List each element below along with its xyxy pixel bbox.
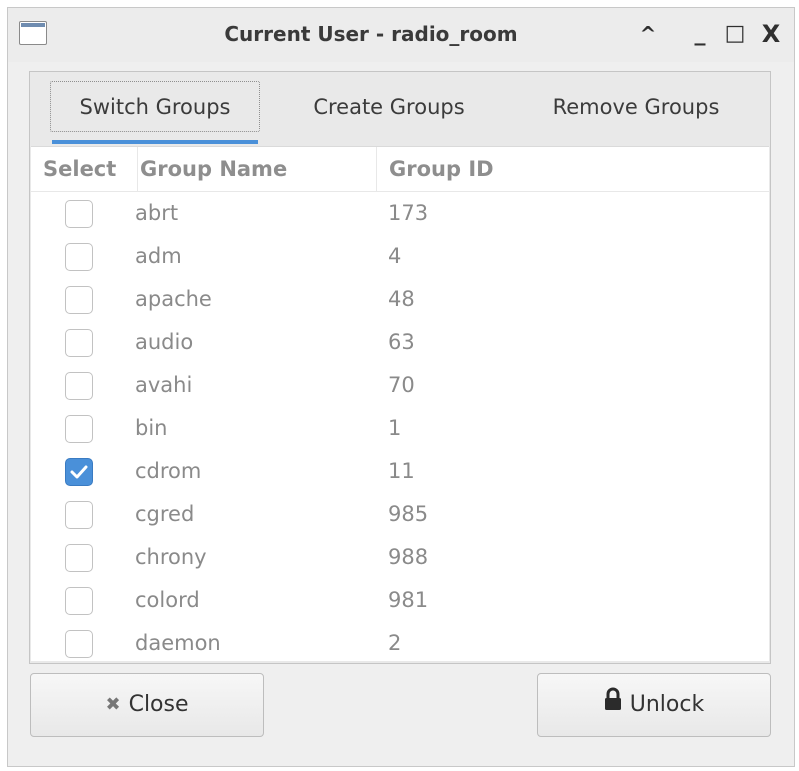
group-name-cell: colord [135,588,200,612]
table-row[interactable]: daemon 2 [31,622,769,661]
column-header-group-name[interactable]: Group Name [137,147,380,191]
table-row[interactable]: adm 4 [31,235,769,278]
group-id-cell: 70 [388,373,415,397]
group-name-cell: cgred [135,502,195,526]
minimize-button[interactable]: _ [686,20,714,48]
group-id-cell: 981 [388,588,429,612]
select-checkbox[interactable] [65,415,93,443]
table-row[interactable]: cdrom 11 [31,450,769,493]
select-checkbox[interactable] [65,458,93,486]
active-tab-indicator [52,140,258,144]
select-checkbox[interactable] [65,200,93,228]
group-name-cell: audio [135,330,194,354]
select-checkbox[interactable] [65,329,93,357]
group-name-cell: avahi [135,373,193,397]
table-row[interactable]: chrony 988 [31,536,769,579]
table-header: Select Group Name Group ID [31,147,769,192]
close-button[interactable]: ✖ Close [30,673,264,737]
tab-switch-groups[interactable]: Switch Groups [50,81,260,144]
close-button-label: Close [128,692,189,717]
group-id-cell: 988 [388,545,429,569]
group-id-cell: 985 [388,502,429,526]
group-name-cell: cdrom [135,459,202,483]
tab-focus-ring [50,81,260,132]
checkmark-icon [70,465,88,479]
group-id-cell: 48 [388,287,415,311]
group-id-cell: 4 [388,244,402,268]
group-id-cell: 63 [388,330,415,354]
select-checkbox[interactable] [65,587,93,615]
table-row[interactable]: audio 63 [31,321,769,364]
group-name-cell: daemon [135,631,221,655]
tab-create-groups[interactable]: Create Groups [298,82,480,132]
group-id-cell: 1 [388,416,402,440]
group-name-cell: adm [135,244,182,268]
table-row[interactable]: avahi 70 [31,364,769,407]
column-header-group-id[interactable]: Group ID [376,147,769,191]
select-checkbox[interactable] [65,243,93,271]
group-id-cell: 173 [388,201,429,225]
select-checkbox[interactable] [65,630,93,658]
shade-button[interactable]: ^ [634,20,662,48]
group-name-cell: apache [135,287,212,311]
tab-notebook: Switch Groups Create Groups Remove Group… [29,71,771,664]
group-name-cell: abrt [135,201,179,225]
group-name-cell: chrony [135,545,207,569]
group-name-cell: bin [135,416,168,440]
close-window-button[interactable]: X [757,20,785,48]
groups-table[interactable]: Select Group Name Group ID abrt 173 adm 4 ap… [31,146,769,661]
tab-label: Create Groups [313,95,465,119]
unlock-button[interactable]: Unlock [537,673,771,737]
table-row[interactable]: bin 1 [31,407,769,450]
tab-bar: Switch Groups Create Groups Remove Group… [30,72,770,145]
table-row[interactable]: cgred 985 [31,493,769,536]
table-row[interactable]: apache 48 [31,278,769,321]
select-checkbox[interactable] [65,501,93,529]
table-row[interactable]: abrt 173 [31,192,769,235]
group-id-cell: 2 [388,631,402,655]
select-checkbox[interactable] [65,372,93,400]
maximize-button[interactable]: □ [721,20,749,48]
tab-label: Remove Groups [552,95,720,119]
lock-icon [604,674,622,736]
window-title: Current User - radio_room [224,22,518,46]
tab-remove-groups[interactable]: Remove Groups [530,82,742,132]
table-row[interactable]: colord 981 [31,579,769,622]
select-checkbox[interactable] [65,286,93,314]
close-x-icon: ✖ [105,694,121,715]
titlebar[interactable]: Current User - radio_room ^ _ □ X [8,8,794,62]
column-header-select[interactable]: Select [43,147,127,191]
group-id-cell: 11 [388,459,415,483]
unlock-button-label: Unlock [629,692,705,717]
select-checkbox[interactable] [65,544,93,572]
